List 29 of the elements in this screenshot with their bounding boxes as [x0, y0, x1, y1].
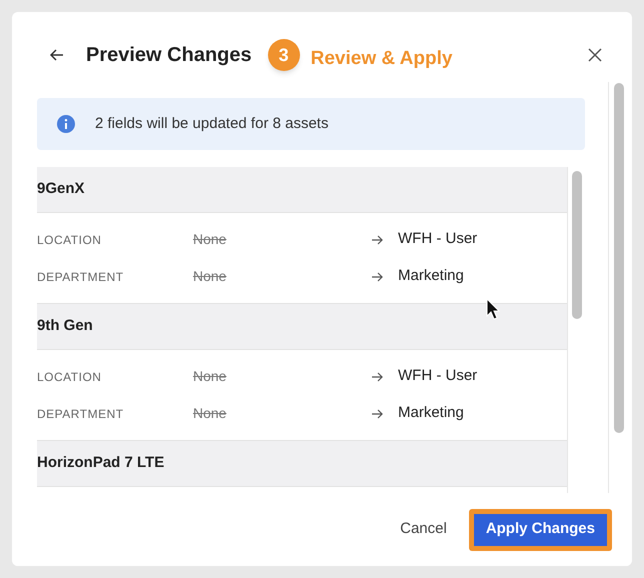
- new-value: Marketing: [398, 266, 464, 286]
- cancel-button[interactable]: Cancel: [394, 514, 453, 546]
- back-arrow-icon[interactable]: [50, 49, 64, 61]
- asset-name: 9GenX: [37, 179, 85, 200]
- dialog-title: Preview Changes: [86, 43, 252, 68]
- field-label: DEPARTMENT: [37, 268, 125, 286]
- right-arrow-icon: [371, 234, 383, 244]
- asset-name: 9th Gen: [37, 316, 93, 336]
- old-value: None: [193, 230, 228, 249]
- asset-name: HorizonPad 7 LTE: [37, 453, 164, 474]
- new-value: WFH - User: [398, 229, 478, 250]
- right-arrow-icon: [371, 372, 383, 382]
- old-value: None: [193, 267, 228, 286]
- right-arrow-icon: [371, 272, 383, 282]
- right-arrow-icon: [371, 408, 383, 418]
- mouse-pointer-icon: [486, 298, 500, 320]
- old-value: None: [193, 404, 228, 423]
- step-label: Review & Apply: [310, 46, 452, 71]
- close-icon[interactable]: [588, 48, 602, 62]
- banner-text: 2 fields will be updated for 8 assets: [95, 114, 328, 134]
- field-label: DEPARTMENT: [37, 406, 125, 422]
- apply-changes-button[interactable]: Apply Changes: [474, 514, 607, 546]
- info-icon: [57, 115, 75, 133]
- step-badge: 3: [268, 39, 300, 71]
- field-label: LOCATION: [37, 232, 102, 248]
- old-value: None: [193, 367, 228, 386]
- new-value: WFH - User: [398, 366, 478, 386]
- field-label: LOCATION: [37, 368, 102, 386]
- new-value: Marketing: [398, 403, 464, 424]
